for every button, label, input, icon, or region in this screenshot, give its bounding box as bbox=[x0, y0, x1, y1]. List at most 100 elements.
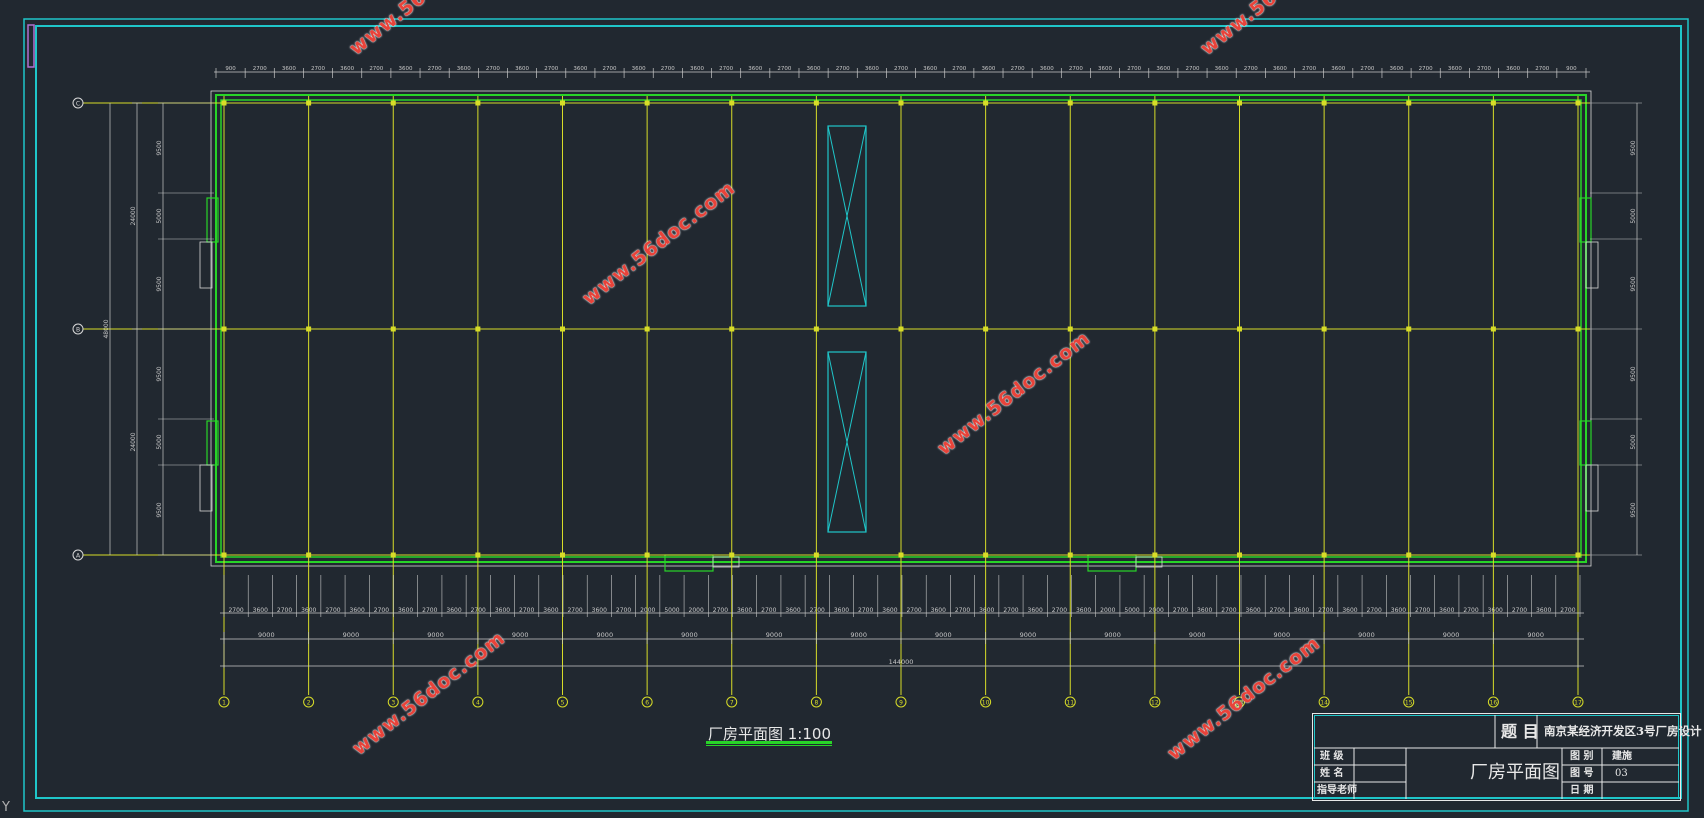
ucs-icon: Y bbox=[2, 800, 10, 815]
bay-dim-text: 9000 bbox=[1527, 631, 1544, 639]
bay-dim-text: 9000 bbox=[766, 631, 783, 639]
bottom-dim-text: 3600 bbox=[398, 607, 413, 614]
top-dim-text: 3600 bbox=[282, 66, 296, 72]
bottom-dim-text: 5000 bbox=[664, 607, 679, 614]
top-dim-text: 3600 bbox=[690, 66, 704, 72]
bottom-dim-text: 3600 bbox=[350, 607, 365, 614]
left-dim-b-text: 24000 bbox=[130, 432, 137, 451]
row-label-advisor: 指导老师 bbox=[1317, 785, 1357, 796]
bay-dim-text: 9000 bbox=[1274, 631, 1291, 639]
top-dim-text: 2700 bbox=[369, 66, 383, 72]
top-dim-text: 2700 bbox=[661, 66, 675, 72]
top-dim-text: 3600 bbox=[573, 66, 587, 72]
top-dim-text: 2700 bbox=[1069, 66, 1083, 72]
top-dim-text: 2700 bbox=[1477, 66, 1491, 72]
top-dim-text: 3600 bbox=[981, 66, 995, 72]
top-dim-text: 3600 bbox=[1156, 66, 1170, 72]
bottom-dim-text: 2700 bbox=[471, 607, 486, 614]
bottom-dim-text: 3600 bbox=[1197, 607, 1212, 614]
top-dim-text: 2700 bbox=[1302, 66, 1316, 72]
title-block: 题 目 南京某经济开发区3号厂房设计 厂房平面图 班 级 姓 名 指导老师 图 … bbox=[1312, 713, 1702, 801]
bottom-dim-text: 2700 bbox=[374, 607, 389, 614]
right-dim-text: 9500 bbox=[1630, 502, 1637, 517]
bay-dim-text: 9000 bbox=[1358, 631, 1375, 639]
title-label: 题 目 bbox=[1501, 722, 1539, 741]
bottom-dim-text: 2700 bbox=[325, 607, 340, 614]
bottom-dim-text: 3600 bbox=[1294, 607, 1309, 614]
top-dim-text: 2700 bbox=[1419, 66, 1433, 72]
bay-dim-text: 9000 bbox=[1443, 631, 1460, 639]
top-dim-text: 3600 bbox=[1390, 66, 1404, 72]
bay-dim-text: 9000 bbox=[427, 631, 444, 639]
bottom-dim-text: 3600 bbox=[495, 607, 510, 614]
bay-dim-text: 9000 bbox=[258, 631, 275, 639]
top-dim-text: 2700 bbox=[1185, 66, 1199, 72]
axis-label-6: 6 bbox=[645, 700, 649, 707]
bottom-dim-text: 2700 bbox=[906, 607, 921, 614]
bottom-dim-text: 3600 bbox=[979, 607, 994, 614]
bay-dim-text: 9000 bbox=[935, 631, 952, 639]
bay-dim-text: 9000 bbox=[1189, 631, 1206, 639]
axis-label-4: 4 bbox=[476, 700, 480, 707]
top-dim-text: 2700 bbox=[719, 66, 733, 72]
axis-label-15: 15 bbox=[1405, 700, 1413, 707]
top-dim-text: 3600 bbox=[457, 66, 471, 72]
bottom-dim-text: 3600 bbox=[834, 607, 849, 614]
top-dim-text: 3600 bbox=[515, 66, 529, 72]
bottom-dim-text: 2700 bbox=[1003, 607, 1018, 614]
top-dim-text: 2700 bbox=[428, 66, 442, 72]
right-dim-text: 9500 bbox=[1630, 276, 1637, 291]
bottom-dim-text: 3600 bbox=[1439, 607, 1454, 614]
top-dim-text: 2700 bbox=[1244, 66, 1258, 72]
bottom-dim-text: 2700 bbox=[761, 607, 776, 614]
top-dim-text: 2700 bbox=[777, 66, 791, 72]
bay-dim-text: 9000 bbox=[343, 631, 360, 639]
overall-length-text: 144000 bbox=[889, 658, 914, 666]
top-dim-text: 2700 bbox=[894, 66, 908, 72]
bay-dim-text: 9000 bbox=[850, 631, 867, 639]
bottom-dim-text: 2700 bbox=[1367, 607, 1382, 614]
top-dim-text: 2700 bbox=[1011, 66, 1025, 72]
bottom-dim-text: 3600 bbox=[1488, 607, 1503, 614]
top-dim-text: 3600 bbox=[748, 66, 762, 72]
bottom-dim-text: 3600 bbox=[543, 607, 558, 614]
axis-label-5: 5 bbox=[561, 700, 565, 707]
axis-label-12: 12 bbox=[1151, 700, 1159, 707]
top-dim-text: 2700 bbox=[311, 66, 325, 72]
row-label-class: 班 级 bbox=[1320, 751, 1344, 762]
value-drawing-type: 建施 bbox=[1612, 751, 1632, 762]
top-dim-text: 900 bbox=[225, 66, 236, 72]
bottom-dim-text: 2700 bbox=[1173, 607, 1188, 614]
caption-underline-thin bbox=[706, 745, 832, 746]
bottom-dim-text: 2700 bbox=[1512, 607, 1527, 614]
bottom-dim-text: 3600 bbox=[592, 607, 607, 614]
top-dim-text: 3600 bbox=[1040, 66, 1054, 72]
bottom-dim-text: 2000 bbox=[1100, 607, 1115, 614]
axis-label-14: 14 bbox=[1320, 700, 1328, 707]
value-drawing-number: 03 bbox=[1615, 768, 1628, 779]
bottom-dim-text: 2700 bbox=[228, 607, 243, 614]
bottom-dim-text: 2700 bbox=[422, 607, 437, 614]
bottom-dim-text: 2700 bbox=[519, 607, 534, 614]
bottom-dim-text: 3600 bbox=[737, 607, 752, 614]
top-dim-text: 2700 bbox=[1360, 66, 1374, 72]
top-dim-text: 3600 bbox=[1273, 66, 1287, 72]
top-dim-text: 2700 bbox=[1127, 66, 1141, 72]
axis-label-1: 1 bbox=[222, 700, 226, 707]
left-dim-text: 9500 bbox=[156, 276, 163, 291]
top-dim-text: 3600 bbox=[923, 66, 937, 72]
bottom-dim-text: 3600 bbox=[1245, 607, 1260, 614]
left-dim-total-text: 48000 bbox=[103, 319, 110, 338]
bottom-dim-text: 3600 bbox=[1076, 607, 1091, 614]
bay-dim-text: 9000 bbox=[681, 631, 698, 639]
bottom-dim-text: 3600 bbox=[882, 607, 897, 614]
bottom-dim-text: 3600 bbox=[301, 607, 316, 614]
right-dim-text: 9500 bbox=[1630, 366, 1637, 381]
axis-label-16: 16 bbox=[1490, 700, 1498, 707]
drawing-name: 厂房平面图 bbox=[1470, 762, 1560, 783]
left-dim-text: 9500 bbox=[156, 502, 163, 517]
caption-underline bbox=[706, 741, 832, 744]
axis-label-17: 17 bbox=[1574, 700, 1582, 707]
top-dim-text: 900 bbox=[1566, 66, 1577, 72]
bottom-dim-text: 2700 bbox=[277, 607, 292, 614]
